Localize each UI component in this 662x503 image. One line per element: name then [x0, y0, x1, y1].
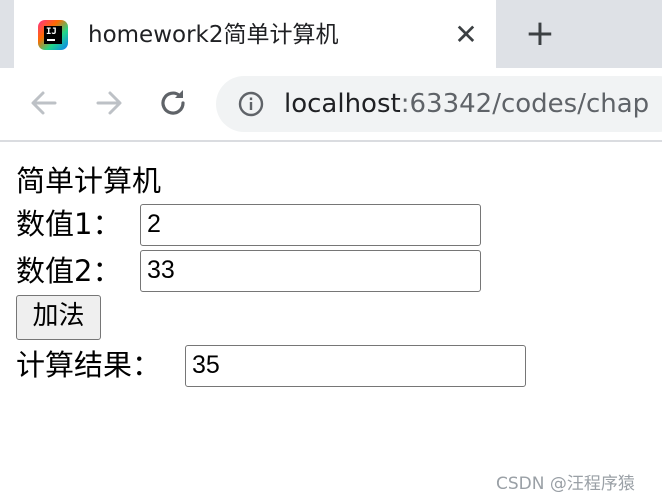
page-title: 简单计算机: [16, 164, 162, 198]
url-text[interactable]: localhost:63342/codes/chap: [284, 86, 649, 122]
reload-icon[interactable]: [154, 84, 192, 122]
jetbrains-icon: IJ: [38, 20, 68, 50]
watermark: CSDN @汪程序猿: [496, 474, 635, 494]
tab-strip: IJ homework2简单计算机 ✕ +: [0, 0, 662, 68]
value1-label: 数值1：: [16, 207, 122, 241]
add-button[interactable]: 加法: [16, 295, 101, 340]
new-tab-icon[interactable]: +: [522, 16, 558, 53]
result-input[interactable]: 35: [185, 345, 526, 387]
value2-label: 数值2：: [16, 254, 122, 288]
result-label: 计算结果：: [16, 348, 162, 382]
browser-toolbar: localhost:63342/codes/chap: [0, 68, 662, 142]
forward-arrow-icon[interactable]: [90, 84, 128, 122]
url-host: localhost: [284, 89, 401, 119]
back-arrow-icon[interactable]: [25, 84, 63, 122]
info-icon[interactable]: [238, 91, 264, 117]
value1-input[interactable]: 2: [140, 204, 481, 246]
page-content: 简单计算机 数值1： 2 数值2： 33 加法 计算结果： 35 CSDN @汪…: [0, 142, 662, 503]
tab-title: homework2简单计算机: [88, 22, 339, 48]
address-bar[interactable]: localhost:63342/codes/chap: [216, 76, 662, 132]
tab-close-icon[interactable]: ✕: [451, 18, 481, 52]
url-path: :63342/codes/chap: [400, 89, 650, 119]
value2-input[interactable]: 33: [140, 250, 481, 292]
browser-tab[interactable]: IJ homework2简单计算机 ✕: [14, 0, 496, 68]
